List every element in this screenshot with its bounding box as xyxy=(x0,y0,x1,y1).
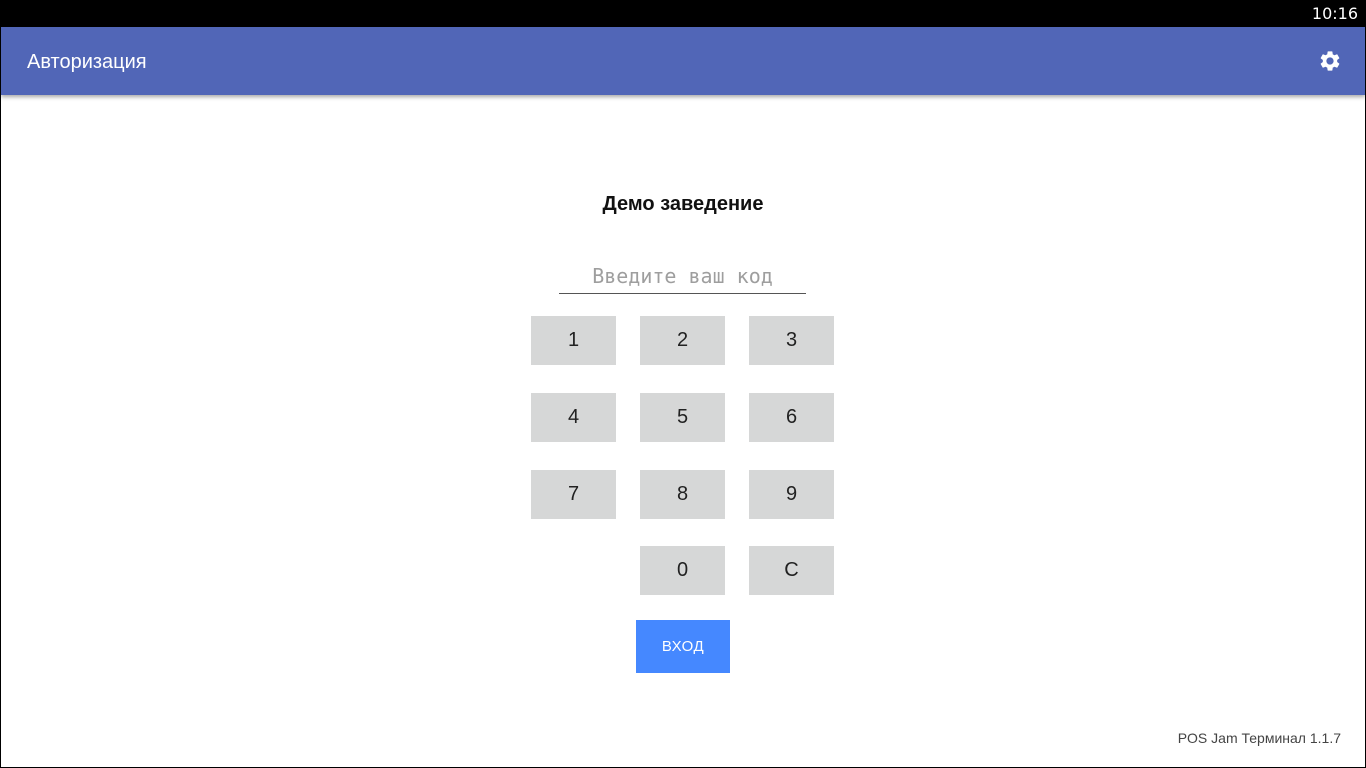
login-button[interactable]: ВХОД xyxy=(636,620,730,673)
status-time: 10:16 xyxy=(1311,4,1358,23)
clear-key[interactable]: C xyxy=(749,546,834,595)
app-bar: Авторизация xyxy=(1,27,1365,95)
key-6[interactable]: 6 xyxy=(749,393,834,442)
app-version: POS Jam Терминал 1.1.7 xyxy=(1177,730,1341,746)
settings-button[interactable] xyxy=(1314,45,1346,77)
key-0[interactable]: 0 xyxy=(640,546,725,595)
gear-icon xyxy=(1320,51,1340,71)
app-title: Авторизация xyxy=(27,51,147,73)
key-9[interactable]: 9 xyxy=(749,470,834,519)
key-4[interactable]: 4 xyxy=(531,393,616,442)
login-screen: Демо заведение 1 2 3 4 5 6 7 8 9 0 C ВХО… xyxy=(1,95,1365,767)
key-5[interactable]: 5 xyxy=(640,393,725,442)
venue-title: Демо заведение xyxy=(602,193,764,215)
key-8[interactable]: 8 xyxy=(640,470,725,519)
status-bar: 10:16 xyxy=(0,0,1366,27)
key-2[interactable]: 2 xyxy=(640,316,725,365)
key-7[interactable]: 7 xyxy=(531,470,616,519)
key-1[interactable]: 1 xyxy=(531,316,616,365)
key-3[interactable]: 3 xyxy=(749,316,834,365)
code-input[interactable] xyxy=(559,259,806,294)
